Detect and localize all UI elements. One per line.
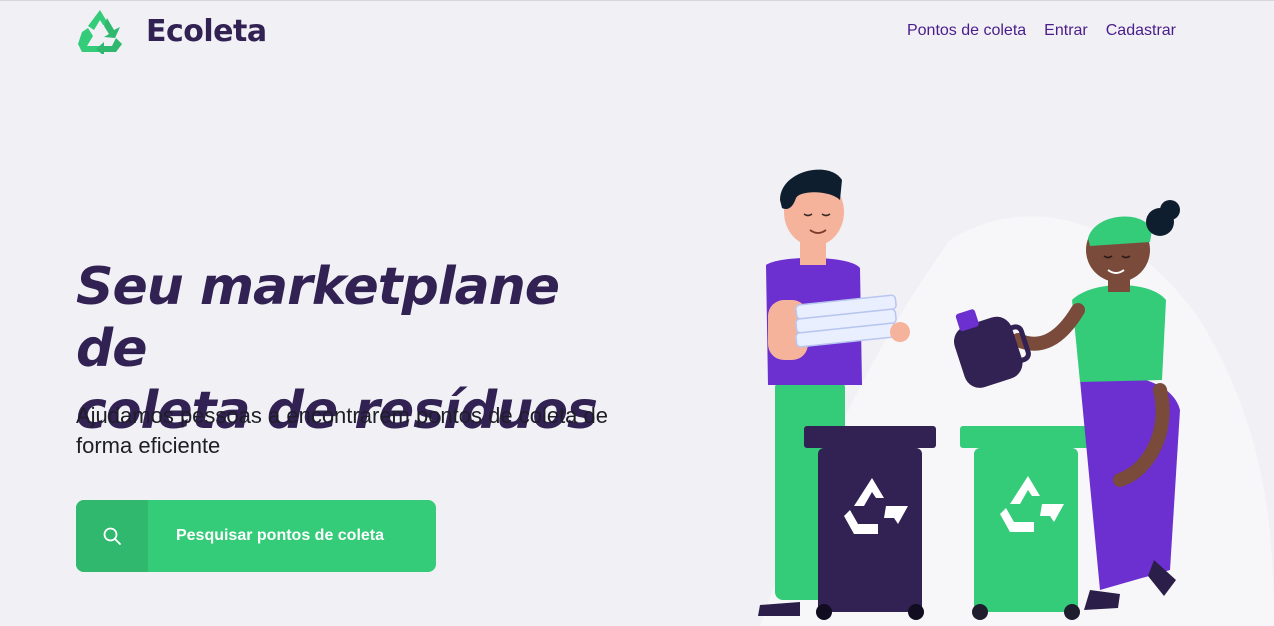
header: Ecoleta Pontos de coleta Entrar Cadastra…: [0, 0, 1274, 62]
nav-link-pontos-de-coleta[interactable]: Pontos de coleta: [907, 22, 1026, 40]
brand-name: Ecoleta: [146, 13, 267, 49]
brand[interactable]: Ecoleta: [76, 8, 267, 54]
hero-title-line-1: Seu marketplane de: [76, 257, 560, 379]
hero-illustration: [758, 169, 1274, 626]
main-nav: Pontos de coleta Entrar Cadastrar: [907, 22, 1176, 40]
search-icon-box: [76, 500, 148, 572]
nav-link-cadastrar[interactable]: Cadastrar: [1106, 22, 1176, 40]
recycle-logo-icon: [78, 10, 122, 54]
nav-link-entrar[interactable]: Entrar: [1044, 22, 1088, 40]
hero-subtitle: Ajudamos pessoas a encontrarem pontos de…: [76, 403, 608, 458]
landing-page: Ecoleta Pontos de coleta Entrar Cadastra…: [0, 0, 1274, 626]
search-icon: [103, 527, 121, 545]
recycle-bin-green: [960, 426, 1092, 620]
search-button-label: Pesquisar pontos de coleta: [175, 527, 385, 544]
recycle-bin-dark: [804, 426, 936, 620]
search-collection-points-button[interactable]: Pesquisar pontos de coleta: [76, 500, 436, 572]
